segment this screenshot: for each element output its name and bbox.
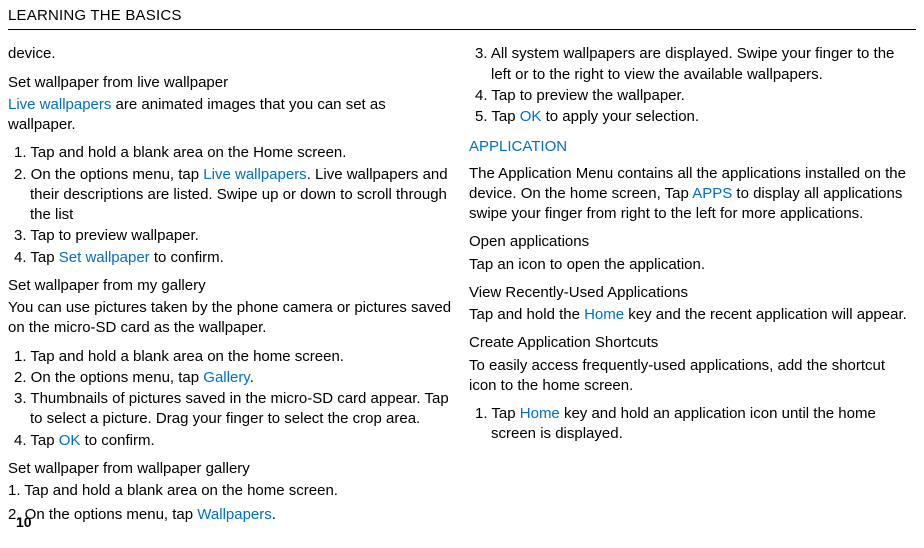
shortcuts-heading: Create Application Shortcuts	[469, 333, 916, 353]
application-section-title: APPLICATION	[469, 137, 916, 157]
list-item: 1. Tap and hold a blank area on the home…	[10, 347, 455, 367]
recent-apps-body: Tap and hold the Home key and the recent…	[469, 305, 916, 325]
live-wallpapers-link: Live wallpapers	[203, 166, 306, 183]
gallery-link: Gallery	[203, 369, 249, 386]
page-number: 10	[16, 513, 32, 532]
text: 2. On the options menu, tap	[8, 506, 197, 523]
text: to confirm.	[150, 249, 224, 266]
open-apps-heading: Open applications	[469, 232, 916, 252]
shortcuts-body: To easily access frequently-used applica…	[469, 356, 916, 397]
list-item: 4. Tap to preview the wallpaper.	[471, 86, 916, 106]
ok-link: OK	[59, 432, 81, 449]
recent-apps-heading: View Recently-Used Applications	[469, 283, 916, 303]
left-column: device. Set wallpaper from live wallpape…	[8, 44, 455, 533]
list-item: 4. Tap OK to confirm.	[10, 431, 455, 451]
list-item: 1. Tap and hold a blank area on the home…	[8, 481, 455, 501]
text: 5. Tap	[475, 108, 520, 125]
page-header: LEARNING THE BASICS	[8, 6, 916, 30]
home-link: Home	[520, 405, 560, 422]
list-item: 4. Tap Set wallpaper to confirm.	[10, 248, 455, 268]
wallpapers-link: Wallpapers	[197, 506, 271, 523]
right-column: 3. All system wallpapers are displayed. …	[469, 44, 916, 533]
text: Tap and hold the	[469, 306, 584, 323]
list-item: 3. Tap to preview wallpaper.	[10, 226, 455, 246]
text: .	[250, 369, 254, 386]
list-item: 1. Tap Home key and hold an application …	[471, 404, 916, 445]
apps-link: APPS	[692, 185, 732, 202]
live-wallpaper-intro: Live wallpapers are animated images that…	[8, 95, 455, 136]
gallery-heading: Set wallpaper from my gallery	[8, 276, 455, 296]
wallpaper-gallery-heading: Set wallpaper from wallpaper gallery	[8, 459, 455, 479]
content-columns: device. Set wallpaper from live wallpape…	[8, 44, 916, 533]
text: 2. On the options menu, tap	[14, 166, 203, 183]
text: to confirm.	[80, 432, 154, 449]
text: 4. Tap	[14, 249, 59, 266]
text: 2. On the options menu, tap	[14, 369, 203, 386]
open-apps-body: Tap an icon to open the application.	[469, 255, 916, 275]
list-item: 2. On the options menu, tap Gallery.	[10, 368, 455, 388]
set-wallpaper-link: Set wallpaper	[59, 249, 150, 266]
device-fragment: device.	[8, 44, 455, 64]
list-item: 3. All system wallpapers are displayed. …	[471, 44, 916, 85]
text: 4. Tap	[14, 432, 59, 449]
list-item: 1. Tap and hold a blank area on the Home…	[10, 143, 455, 163]
home-link: Home	[584, 306, 624, 323]
application-intro: The Application Menu contains all the ap…	[469, 164, 916, 225]
list-item: 2. On the options menu, tap Live wallpap…	[10, 165, 455, 226]
list-item: 5. Tap OK to apply your selection.	[471, 107, 916, 127]
ok-link: OK	[520, 108, 542, 125]
text: to apply your selection.	[541, 108, 699, 125]
text: key and the recent application will appe…	[624, 306, 907, 323]
text: .	[272, 506, 276, 523]
text: 1. Tap	[475, 405, 520, 422]
gallery-intro: You can use pictures taken by the phone …	[8, 298, 455, 339]
list-item: 2. On the options menu, tap Wallpapers.	[8, 505, 455, 525]
list-item: 3. Thumbnails of pictures saved in the m…	[10, 389, 455, 430]
live-wallpapers-link: Live wallpapers	[8, 96, 111, 113]
live-wallpaper-heading: Set wallpaper from live wallpaper	[8, 73, 455, 93]
